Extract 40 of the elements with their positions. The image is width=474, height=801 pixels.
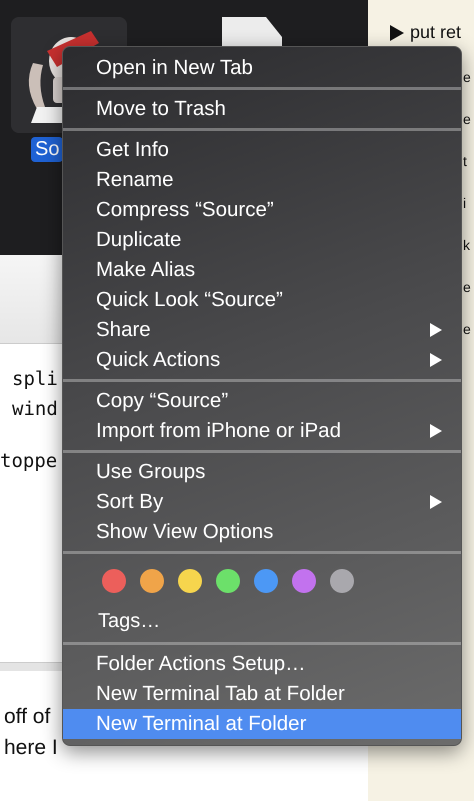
tag-dot[interactable] <box>178 569 202 593</box>
code-line: toppe <box>0 449 58 474</box>
menu-item[interactable]: New Terminal Tab at Folder <box>63 679 461 709</box>
text-line: off of <box>4 704 50 730</box>
menu-item[interactable]: Sort By <box>63 487 461 517</box>
menu-item[interactable]: Make Alias <box>63 255 461 285</box>
menu-item[interactable]: Import from iPhone or iPad <box>63 416 461 446</box>
menu-item[interactable]: Compress “Source” <box>63 195 461 225</box>
menu-item[interactable]: Use Groups <box>63 457 461 487</box>
text-fragment: t <box>463 153 467 169</box>
menu-item[interactable]: Show View Options <box>63 517 461 547</box>
code-line: spli <box>12 367 58 392</box>
menu-item[interactable]: Tags… <box>63 604 461 638</box>
text-fragment: e <box>463 69 471 85</box>
tag-dot[interactable] <box>140 569 164 593</box>
code-line: wind <box>12 397 58 422</box>
tag-dot[interactable] <box>330 569 354 593</box>
menu-item[interactable]: Open in New Tab <box>63 53 461 83</box>
file-name[interactable]: So <box>31 137 64 162</box>
menu-item[interactable]: Move to Trash <box>63 94 461 124</box>
text-fragment: k <box>463 237 470 253</box>
menu-item[interactable]: Get Info <box>63 135 461 165</box>
menu-item[interactable]: Duplicate <box>63 225 461 255</box>
text-line: here I <box>4 735 58 761</box>
tag-dot[interactable] <box>254 569 278 593</box>
tag-dot[interactable] <box>216 569 240 593</box>
menu-item[interactable]: Quick Actions <box>63 345 461 375</box>
text-fragment: e <box>463 111 471 127</box>
text-fragment: i <box>463 195 466 211</box>
text-fragment: put ret <box>410 22 462 43</box>
tag-dot[interactable] <box>292 569 316 593</box>
menu-item[interactable]: Share <box>63 315 461 345</box>
menu-item[interactable]: Copy “Source” <box>63 386 461 416</box>
text-fragment: e <box>463 279 471 295</box>
text-fragment: e <box>463 321 471 337</box>
disclosure-triangle-icon <box>390 24 404 40</box>
menu-item[interactable]: Folder Actions Setup… <box>63 649 461 679</box>
tag-dot[interactable] <box>102 569 126 593</box>
menu-item[interactable]: Quick Look “Source” <box>63 285 461 315</box>
menu-item[interactable]: Rename <box>63 165 461 195</box>
